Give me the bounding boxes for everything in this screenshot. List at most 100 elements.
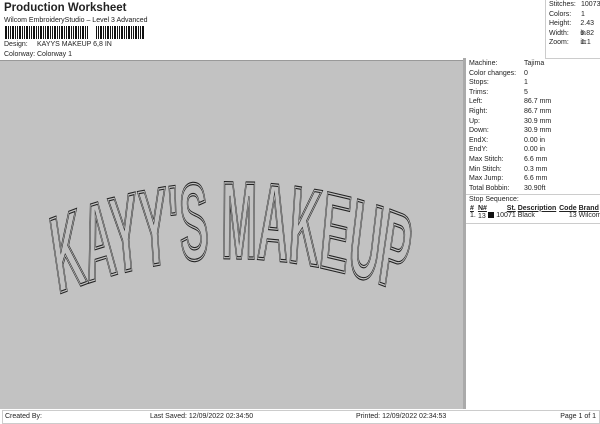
info-label: Max Stitch: <box>469 155 504 163</box>
stat-row: Colors: 1 <box>546 10 600 20</box>
barcode-bar <box>98 26 99 39</box>
stat-value: 1 <box>581 10 585 18</box>
barcode-bar <box>117 26 118 39</box>
column-header: Brand <box>578 204 599 212</box>
needle-cell: 13 <box>477 211 495 220</box>
barcode-bar <box>45 26 46 39</box>
info-row: EndY: 0.00 in <box>466 145 600 155</box>
barcode-bar <box>33 26 35 39</box>
stat-value: 2.43 in <box>580 20 594 37</box>
info-label: Trims: <box>469 88 489 96</box>
design-label: Design: <box>4 41 28 48</box>
barcode-bar <box>82 26 84 39</box>
barcode-bar <box>12 26 14 39</box>
info-label: Min Stitch: <box>469 165 502 173</box>
created-by: Created By: <box>5 413 42 420</box>
barcode-bar <box>43 26 44 39</box>
info-value: 86.7 mm <box>524 107 552 115</box>
barcode-bar <box>110 26 111 39</box>
info-row: Total Bobbin: 30.90ft <box>466 184 600 194</box>
barcode-bar <box>19 26 21 39</box>
barcode-bar <box>96 26 97 39</box>
info-label: Down: <box>469 127 489 135</box>
color-swatch-icon <box>487 211 494 218</box>
design-name: KAYYS MAKEUP 6,8 IN <box>37 41 112 48</box>
stat-label: Zoom: <box>549 39 569 47</box>
barcode-bar <box>50 26 51 39</box>
barcode-bar <box>17 26 18 39</box>
info-value: Tajima <box>524 60 545 67</box>
page-number: Page 1 of 1 <box>560 413 596 420</box>
barcode-bar <box>126 26 127 39</box>
barcode-bar <box>66 26 67 39</box>
stat-row: Stitches: 10073 <box>546 0 600 10</box>
barcode-bar <box>5 26 7 39</box>
barcode-bar <box>36 26 37 39</box>
barcode-bar <box>75 26 77 39</box>
barcode <box>5 26 153 39</box>
info-value: 86.7 mm <box>524 98 552 106</box>
info-row: Down: 30.9 mm <box>466 126 600 136</box>
barcode-bar <box>119 26 120 39</box>
info-label: Right: <box>469 107 488 115</box>
table-row[interactable]: 1. 13 10071 Black 13 Wilcom <box>469 211 600 220</box>
stat-row: Height: 2.43 in <box>546 19 600 37</box>
row-number: 1. <box>470 212 476 220</box>
stop-sequence-title: Stop Sequence: <box>469 196 519 204</box>
color-code: 13 <box>568 212 577 220</box>
info-row: Color changes: 0 <box>466 69 600 79</box>
barcode-bar <box>15 26 16 39</box>
info-row: Stops: 1 <box>466 78 600 88</box>
barcode-bar <box>71 26 72 39</box>
stat-row: Zoom: 1:1 <box>546 38 600 48</box>
info-row: Left: 86.7 mm <box>466 97 600 107</box>
stat-row: Width: 6.82 in <box>546 29 600 47</box>
barcode-bar <box>73 26 74 39</box>
info-value: 0 <box>524 69 528 77</box>
stat-label: Width: <box>549 29 569 37</box>
page-title: Production Worksheet <box>4 2 127 14</box>
footer: Created By: Last Saved: 12/09/2022 02:34… <box>2 410 600 424</box>
barcode-bar <box>38 26 39 39</box>
info-row: Trims: 5 <box>466 88 600 98</box>
info-label: Max Jump: <box>469 175 504 183</box>
stat-label: Colors: <box>549 10 572 18</box>
embroidery-design: KAYY'S MAKEUP KAYY'S MAKEUP <box>43 159 420 318</box>
info-label: Left: <box>469 98 483 106</box>
info-value: 6.6 mm <box>524 155 548 163</box>
info-row: Right: 86.7 mm <box>466 107 600 117</box>
barcode-bar <box>138 26 139 39</box>
stats-panel: Stitches: 10073 Colors: 1 Height: 2.43 in Widt… <box>545 0 600 59</box>
column-header: # <box>470 204 474 212</box>
barcode-bar <box>54 26 56 39</box>
stat-label: Stitches: <box>549 1 576 8</box>
info-row: Max Stitch: 6.6 mm <box>466 155 600 165</box>
software-name: Wilcom EmbroideryStudio – Level 3 Advanc… <box>4 17 148 24</box>
stat-value: 6.82 in <box>580 29 594 47</box>
info-value: 0.3 mm <box>524 165 548 173</box>
barcode-bar <box>87 26 88 39</box>
info-value: 30.90ft <box>524 184 546 192</box>
column-header: N# <box>477 204 487 212</box>
column-header: St. <box>506 204 516 212</box>
barcode-bar <box>124 26 125 39</box>
info-label: Machine: <box>469 60 498 67</box>
barcode-bar <box>103 26 104 39</box>
thread-brand: Wilcom <box>578 212 600 220</box>
barcode-bar <box>26 26 28 39</box>
info-row: Up: 30.9 mm <box>466 117 600 127</box>
barcode-bar <box>121 26 123 39</box>
last-saved: Last Saved: 12/09/2022 02:34:50 <box>150 413 254 420</box>
barcode-bar <box>131 26 132 39</box>
barcode-bar <box>89 26 95 39</box>
info-value: 0.00 in <box>524 136 546 144</box>
stitch-count: 10071 <box>496 212 516 220</box>
info-label: Stops: <box>469 79 489 87</box>
barcode-bar <box>64 26 65 39</box>
barcode-bar <box>57 26 58 39</box>
barcode-bar <box>61 26 63 39</box>
info-row: Machine: Tajima <box>466 59 600 69</box>
info-value: 6.6 mm <box>524 175 548 183</box>
barcode-bar <box>85 26 86 39</box>
barcode-bar <box>59 26 60 39</box>
